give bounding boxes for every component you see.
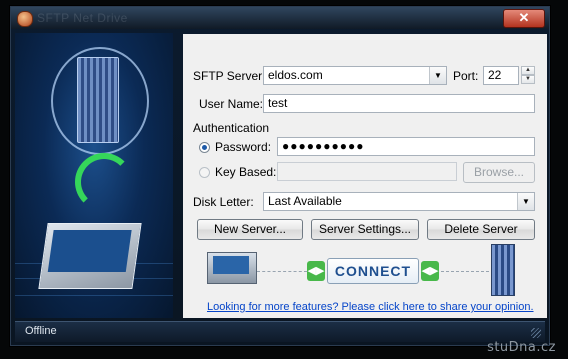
watermark: stuDna.cz (487, 340, 556, 355)
server-combo[interactable]: eldos.com ▼ (263, 66, 447, 85)
resize-grip-icon[interactable] (531, 328, 541, 338)
laptop-icon (38, 223, 142, 289)
sync-arrows-icon (75, 153, 133, 211)
laptop-icon (207, 252, 257, 284)
username-input[interactable]: test (263, 94, 535, 113)
password-radio[interactable] (199, 142, 210, 153)
connection-status: Offline (25, 325, 57, 337)
connection-line (441, 271, 489, 272)
username-value: test (268, 96, 288, 110)
keyfile-input[interactable] (277, 162, 457, 181)
keybased-radio[interactable] (199, 167, 210, 178)
server-label: SFTP Server: (193, 69, 266, 83)
stepper-down-icon[interactable]: ▼ (521, 75, 535, 84)
server-icon (491, 244, 515, 296)
arrow-right-icon: ◀▶ (307, 261, 325, 281)
title-bar[interactable]: SFTP Net Drive ✕ (11, 7, 549, 29)
close-button[interactable]: ✕ (503, 9, 545, 28)
disk-letter-select[interactable]: Last Available ▼ (263, 192, 535, 211)
chevron-down-icon[interactable]: ▼ (429, 67, 446, 84)
server-settings-button[interactable]: Server Settings... (311, 219, 419, 240)
delete-server-button[interactable]: Delete Server (427, 219, 535, 240)
status-bar: Offline (15, 321, 545, 342)
keybased-label: Key Based: (215, 165, 277, 179)
disk-letter-label: Disk Letter: (193, 195, 254, 209)
connect-button[interactable]: CONNECT (327, 258, 419, 284)
username-label: User Name: (199, 97, 264, 111)
laptop-screen (47, 230, 132, 272)
stepper-up-icon[interactable]: ▲ (521, 66, 535, 75)
branding-illustration (15, 33, 173, 318)
port-label: Port: (453, 69, 479, 83)
password-label: Password: (215, 140, 272, 154)
auth-heading: Authentication (193, 121, 270, 135)
close-icon: ✕ (518, 10, 530, 25)
new-server-button[interactable]: New Server... (197, 219, 303, 240)
connect-control[interactable]: ◀▶ CONNECT ◀▶ (307, 258, 439, 284)
server-icon (77, 57, 119, 143)
feedback-link[interactable]: Looking for more features? Please click … (207, 301, 534, 313)
browse-button[interactable]: Browse... (463, 162, 535, 183)
port-stepper[interactable]: ▲ ▼ (521, 66, 535, 85)
password-input[interactable]: ●●●●●●●●●● (277, 137, 535, 156)
port-value: 22 (488, 68, 502, 82)
chevron-down-icon[interactable]: ▼ (517, 193, 534, 210)
server-value: eldos.com (268, 68, 323, 82)
arrow-left-icon: ◀▶ (421, 261, 439, 281)
app-icon (17, 11, 33, 27)
connection-line (257, 271, 307, 272)
app-window: SFTP Net Drive ✕ SFTP Server: eldos.com … (10, 6, 550, 346)
grid-line (15, 295, 173, 296)
disk-letter-value: Last Available (268, 194, 342, 208)
connection-panel: SFTP Server: eldos.com ▼ Port: 22 ▲ ▼ Us… (183, 34, 547, 318)
window-title: SFTP Net Drive (37, 11, 128, 25)
port-input[interactable]: 22 (483, 66, 519, 85)
password-value: ●●●●●●●●●● (282, 139, 365, 153)
